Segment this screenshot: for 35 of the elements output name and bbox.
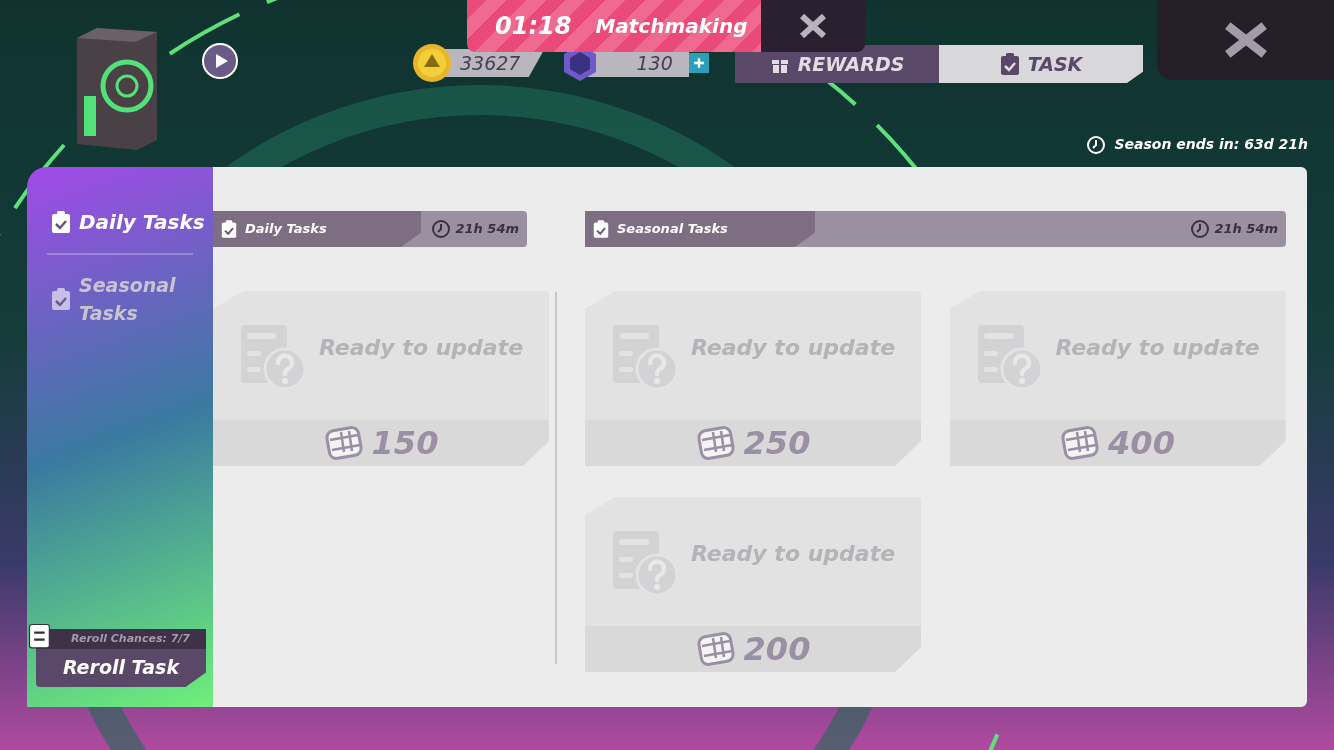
clock-icon	[1190, 219, 1211, 239]
add-button[interactable]	[688, 53, 709, 73]
match-timer: 01:18	[495, 11, 572, 42]
section-title: Daily Tasks	[245, 220, 327, 239]
section-title: Seasonal Tasks	[617, 220, 728, 239]
clock-icon	[431, 219, 452, 239]
sidebar-tab[interactable]: Daily Tasks	[27, 207, 213, 237]
season-ends-text: Season ends in: 63d 21h	[1114, 135, 1308, 154]
ticket-icon	[695, 629, 736, 669]
clipboard-check-icon	[593, 219, 609, 239]
matchmaking-label: Matchmaking	[595, 13, 748, 40]
reroll-clipboard-icon	[28, 621, 52, 649]
clock-icon	[1086, 134, 1107, 155]
play-icon	[216, 53, 228, 69]
clipboard-check-icon	[51, 210, 71, 234]
reroll-task-button[interactable]: Reroll Chances: 7/7 Reroll Task	[36, 629, 206, 687]
play-button[interactable]	[202, 43, 238, 79]
reward-amount: 200	[743, 629, 811, 670]
coin-icon	[412, 43, 452, 83]
cancel-matchmaking-button[interactable]	[761, 0, 865, 52]
reward-amount: 250	[743, 423, 811, 464]
reward-amount: 400	[1108, 423, 1175, 464]
close-button[interactable]	[1157, 0, 1334, 80]
ticket-icon	[695, 423, 736, 463]
time-remaining: 21h 54m	[455, 220, 519, 239]
clipboard-check-icon	[999, 52, 1020, 76]
plus-icon	[692, 57, 705, 69]
close-icon	[797, 14, 829, 38]
ticket-icon	[1060, 423, 1101, 463]
clipboard-check-icon	[221, 219, 237, 239]
time-remaining: 21h 54m	[1214, 220, 1278, 239]
ticket-icon	[323, 423, 364, 463]
clipboard-check-icon	[51, 287, 71, 311]
reward-amount: 150	[371, 423, 439, 464]
sidebar-tab[interactable]: Seasonal Tasks	[27, 271, 213, 327]
